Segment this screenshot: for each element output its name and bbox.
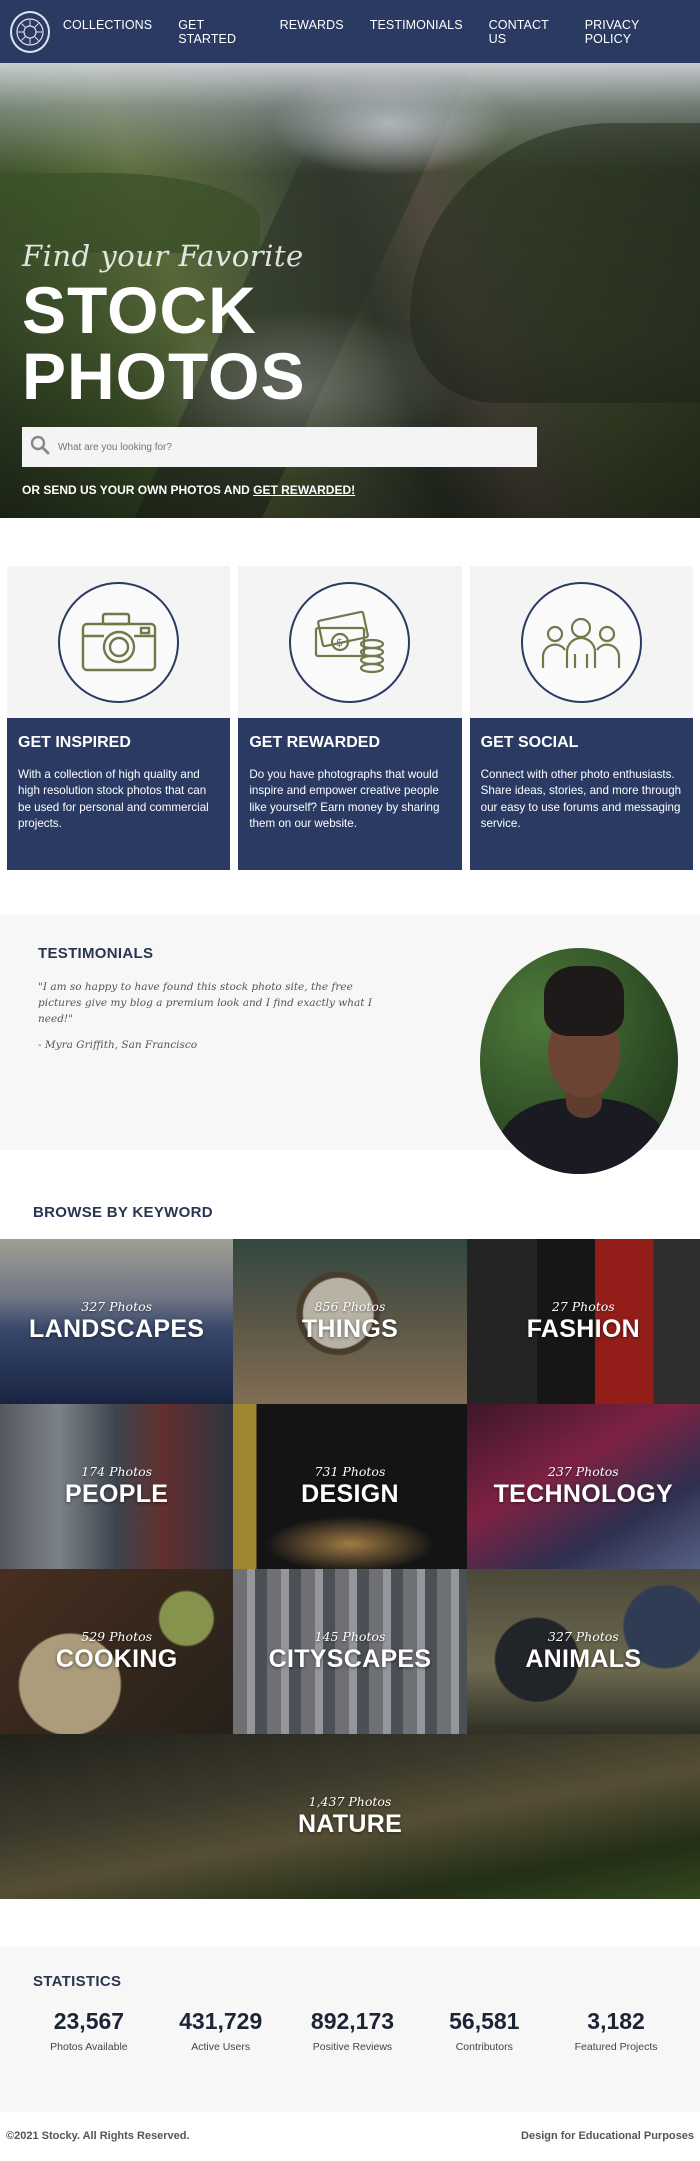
tile-name: NATURE xyxy=(297,1810,403,1838)
feature-text: Do you have photographs that would inspi… xyxy=(249,768,440,831)
hero-cta-text: OR SEND US YOUR OWN PHOTOS AND xyxy=(22,483,254,497)
nav-privacy-policy[interactable]: PRIVACY POLICY xyxy=(572,18,688,46)
keyword-tile-technology[interactable]: 237 Photos TECHNOLOGY xyxy=(466,1404,700,1569)
keyword-tile-design[interactable]: 731 Photos DESIGN xyxy=(233,1404,467,1569)
tile-name: ANIMALS xyxy=(525,1645,642,1673)
tile-count: 27 Photos xyxy=(551,1299,615,1314)
tile-count: 327 Photos xyxy=(547,1629,619,1644)
get-rewarded-link[interactable]: GET REWARDED! xyxy=(253,483,355,497)
nav-links: COLLECTIONS GET STARTED REWARDS TESTIMON… xyxy=(50,18,688,46)
feature-card-rewarded: $ GET REWARDED Do you have photographs t… xyxy=(238,566,462,870)
testimonial-quote: "I am so happy to have found this stock … xyxy=(38,981,373,1025)
stats-row: 23,567 Photos Available 431,729 Active U… xyxy=(23,2008,682,2053)
tile-count: 856 Photos xyxy=(314,1299,386,1314)
stat-number: 431,729 xyxy=(179,2008,263,2034)
nav-contact-us[interactable]: CONTACT US xyxy=(476,18,572,46)
tile-name: COOKING xyxy=(55,1645,178,1673)
hero-cta: OR SEND US YOUR OWN PHOTOS AND GET REWAR… xyxy=(22,483,542,497)
keyword-tile-people[interactable]: 174 Photos PEOPLE xyxy=(0,1404,234,1569)
nav-rewards[interactable]: REWARDS xyxy=(267,18,357,46)
hero-title: STOCK PHOTOS xyxy=(22,273,306,413)
svg-text:$: $ xyxy=(336,636,343,649)
feature-text: With a collection of high quality and hi… xyxy=(18,768,209,831)
tile-name: LANDSCAPES xyxy=(29,1315,205,1343)
stat-label: Contributors xyxy=(455,2041,513,2053)
keywords-heading: BROWSE BY KEYWORD xyxy=(33,1204,213,1221)
feature-body: GET SOCIAL Connect with other photo enth… xyxy=(469,718,693,870)
tile-name: THINGS xyxy=(301,1315,399,1343)
keyword-tile-things[interactable]: 856 Photos THINGS xyxy=(233,1239,467,1404)
keyword-tile-cooking[interactable]: 529 Photos COOKING xyxy=(0,1569,234,1734)
tile-count: 237 Photos xyxy=(547,1464,619,1479)
footer: ©2021 Stocky. All Rights Reserved. Desig… xyxy=(0,2112,700,2160)
feature-body: GET REWARDED Do you have photographs tha… xyxy=(238,718,462,870)
stat-contributors: 56,581 Contributors xyxy=(418,2008,550,2053)
tile-count: 529 Photos xyxy=(81,1629,153,1644)
testimonial-portrait xyxy=(480,948,678,1174)
logo-icon[interactable] xyxy=(10,10,50,53)
tile-name: PEOPLE xyxy=(65,1480,169,1508)
feature-title: GET SOCIAL xyxy=(480,734,579,751)
search-bar[interactable] xyxy=(22,427,537,467)
feature-card-social: GET SOCIAL Connect with other photo enth… xyxy=(469,566,693,870)
stat-number: 3,182 xyxy=(587,2008,645,2034)
tile-count: 174 Photos xyxy=(81,1464,153,1479)
footer-copyright: ©2021 Stocky. All Rights Reserved. xyxy=(6,2130,190,2142)
stat-users: 431,729 Active Users xyxy=(155,2008,287,2053)
feature-icon-area: $ xyxy=(238,566,462,718)
feature-card-inspired: GET INSPIRED With a collection of high q… xyxy=(7,566,231,870)
tile-name: DESIGN xyxy=(301,1480,399,1508)
stat-number: 892,173 xyxy=(310,2008,395,2034)
search-input[interactable] xyxy=(58,441,498,453)
nav-testimonials[interactable]: TESTIMONIALS xyxy=(357,18,476,46)
tile-name: TECHNOLOGY xyxy=(493,1480,674,1508)
stat-number: 56,581 xyxy=(449,2008,520,2034)
feature-icon-area xyxy=(7,566,231,718)
camera-icon xyxy=(58,581,180,703)
feature-icon-area xyxy=(469,566,693,718)
stat-label: Positive Reviews xyxy=(312,2041,393,2053)
people-icon xyxy=(520,581,642,703)
tile-count: 327 Photos xyxy=(81,1299,153,1314)
feature-body: GET INSPIRED With a collection of high q… xyxy=(7,718,231,870)
tile-count: 145 Photos xyxy=(314,1629,386,1644)
stat-label: Active Users xyxy=(191,2041,251,2053)
stat-number: 23,567 xyxy=(53,2008,125,2034)
hero-banner: Find your Favorite STOCK PHOTOS OR SEND … xyxy=(0,63,700,518)
top-nav: COLLECTIONS GET STARTED REWARDS TESTIMON… xyxy=(0,0,700,63)
stat-label: Featured Projects xyxy=(574,2041,658,2053)
statistics-heading: STATISTICS xyxy=(33,1973,122,1990)
tile-name: CITYSCAPES xyxy=(268,1645,432,1673)
tile-count: 731 Photos xyxy=(314,1464,386,1479)
keyword-tile-landscapes[interactable]: 327 Photos LANDSCAPES xyxy=(0,1239,234,1404)
hero-content: Find your Favorite STOCK PHOTOS OR SEND … xyxy=(22,239,542,497)
keyword-tile-nature[interactable]: 1,437 Photos NATURE xyxy=(0,1734,700,1899)
feature-title: GET INSPIRED xyxy=(18,734,131,751)
nav-get-started[interactable]: GET STARTED xyxy=(165,18,266,46)
keyword-tile-fashion[interactable]: 27 Photos FASHION xyxy=(466,1239,700,1404)
feature-text: Connect with other photo enthusiasts. Sh… xyxy=(480,768,682,831)
tile-count: 1,437 Photos xyxy=(308,1794,392,1809)
stat-reviews: 892,173 Positive Reviews xyxy=(287,2008,419,2053)
features: GET INSPIRED With a collection of high q… xyxy=(0,518,700,870)
stat-projects: 3,182 Featured Projects xyxy=(550,2008,682,2053)
portrait-hair xyxy=(544,966,624,1036)
nav-collections[interactable]: COLLECTIONS xyxy=(50,18,165,46)
search-icon[interactable] xyxy=(30,435,50,460)
tile-name: FASHION xyxy=(526,1315,640,1343)
feature-title: GET REWARDED xyxy=(249,734,380,751)
money-icon: $ xyxy=(289,581,411,703)
stat-photos: 23,567 Photos Available xyxy=(23,2008,155,2053)
browse-by-keyword: BROWSE BY KEYWORD 327 Photos LANDSCAPES … xyxy=(0,1204,700,1899)
keyword-grid: 327 Photos LANDSCAPES 856 Photos THINGS … xyxy=(0,1239,700,1899)
keyword-tile-cityscapes[interactable]: 145 Photos CITYSCAPES xyxy=(233,1569,467,1734)
hero-subtitle: Find your Favorite xyxy=(22,239,304,273)
testimonials-section: TESTIMONIALS "I am so happy to have foun… xyxy=(0,915,700,1174)
keyword-tile-animals[interactable]: 327 Photos ANIMALS xyxy=(466,1569,700,1734)
stat-label: Photos Available xyxy=(50,2041,128,2053)
footer-note: Design for Educational Purposes xyxy=(521,2130,694,2142)
statistics-section: STATISTICS 23,567 Photos Available 431,7… xyxy=(0,1947,700,2112)
